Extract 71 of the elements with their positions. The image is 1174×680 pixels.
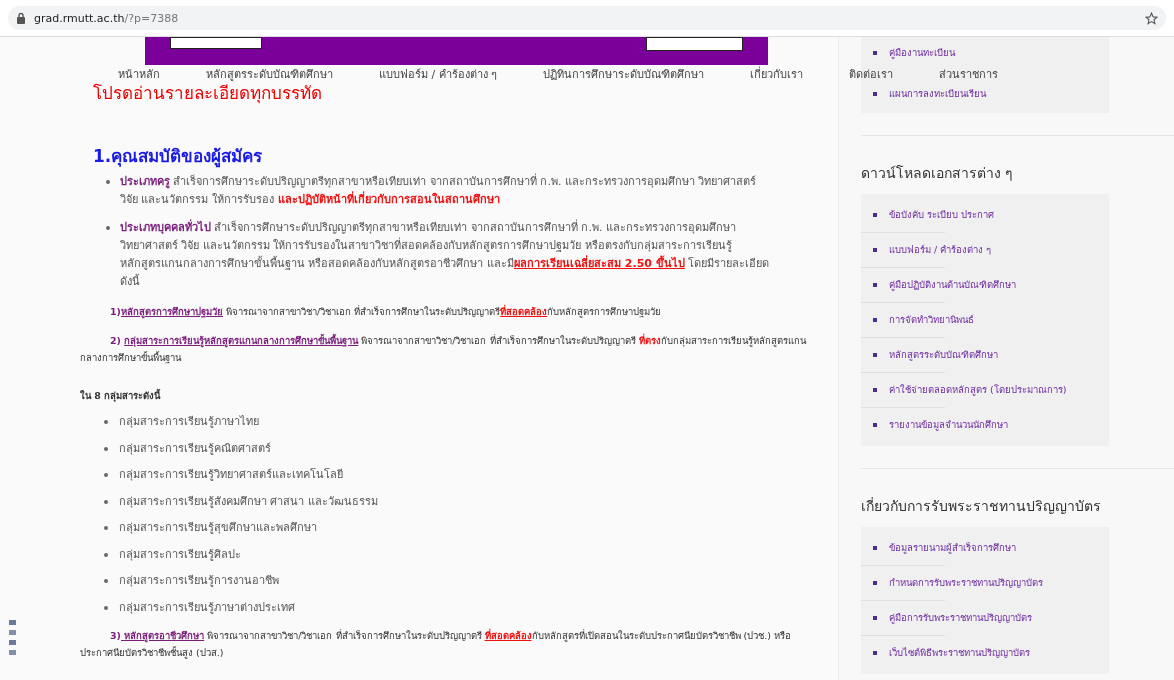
sidebar-link[interactable]: การจัดทำวิทยานิพนธ์ bbox=[889, 312, 974, 327]
list-item: กลุ่มสาระการเรียนรู้สุขศึกษาและพลศึกษา bbox=[119, 521, 317, 535]
bullet-icon bbox=[104, 446, 108, 451]
link[interactable]: ที่สอดคล้อง bbox=[484, 630, 532, 641]
bullet-icon bbox=[104, 552, 108, 557]
bullet-icon bbox=[873, 91, 877, 96]
link[interactable]: ผลการเรียนเฉลี่ยสะสม 2.50 ขึ้นไป bbox=[514, 257, 685, 270]
sidebar-link[interactable]: กำหนดการรับพระราชทานปริญญาบัตร bbox=[889, 575, 1043, 590]
link[interactable]: กลุ่มสาระการเรียนรู้หลักสูตรแกนกลางการศึกษาขั้นพื้นฐาน bbox=[124, 335, 359, 346]
link[interactable]: หลักสูตรการศึกษาปฐมวัย bbox=[120, 306, 223, 317]
bullet-icon bbox=[104, 499, 108, 504]
bullet-icon bbox=[106, 180, 110, 184]
list-item: กลุ่มสาระการเรียนรู้ภาษาต่างประเทศ bbox=[119, 600, 295, 615]
nav-link[interactable]: ปฏิทินการศึกษาระดับบัณฑิตศึกษา bbox=[543, 65, 705, 83]
bullet-icon bbox=[104, 420, 108, 424]
nav-link[interactable]: หน้าหลัก bbox=[118, 65, 160, 83]
sidebar-link[interactable]: แบบฟอร์ม / คำร้องต่าง ๆ bbox=[889, 242, 992, 257]
widget-title: ดาวน์โหลดเอกสารต่าง ๆ bbox=[861, 164, 1015, 183]
bullet-icon bbox=[873, 580, 877, 585]
list-item: กลุ่มสาระการเรียนรู้คณิตศาสตร์ bbox=[119, 441, 271, 456]
bullet-icon bbox=[104, 473, 108, 477]
notice-text: โปรดอ่านรายละเอียดทุกบรรทัด bbox=[93, 82, 323, 106]
bullet-icon bbox=[873, 317, 877, 322]
clause-paragraph: 3) หลักสูตรอาชีวศึกษา พิจารณาจากสาขาวิชา/วิชาเอก ที่สำเร็จการศึกษาในระดับปริญญาตรี ที่สอดคล้องกับหลักสูตรที่เปิดสอนในระดับประกาศนียบัตรวิชาชีพ (ปวช.) หรือประกาศนียบัตรวิชาชีพชั้นสูง (ปวส.) bbox=[80, 627, 792, 661]
clause-paragraph: 2) กลุ่มสาระการเรียนรู้หลักสูตรแกนกลางการศึกษาขั้นพื้นฐาน พิจารณาจากสาขาวิชา/วิชาเอก ที่สำเร็จการศึกษาในระดับปริญญาตรี ที่ตรงกับกลุ่มสาระการเรียนรู้หลักสูตรแกนกลางการศึกษาขั้นพื้นฐาน bbox=[80, 332, 808, 366]
bullet-icon bbox=[104, 526, 108, 530]
bullet-paragraph: ประเภทบุคคลทั่วไป สำเร็จการศึกษาระดับปริญญาตรีทุกสาขาหรือเทียบเท่า จากสถาบันการศึกษาที่ ก.พ. และกระทรวงการอุดมศึกษา วิทยาศาสตร์ วิจัย และนวัตกรรม ให้การรับรองในสาขาวิชาที่สอดคล้องกับหลักสูตรการศึกษาปฐมวัย หรือตรงกับกลุ่มสาระการเรียนรู้หลักสูตรแกนกลางการศึกษาขั้นพื้นฐาน หรือสอดคล้องกับหลักสูตรอาชีวศึกษา และมีผลการเรียนเฉลี่ยสะสม 2.50 ขึ้นไป โดยมีรายละเอียดดังนี้ bbox=[120, 219, 771, 290]
address-bar[interactable]: grad.rmutt.ac.th/?p=7388 bbox=[8, 6, 1166, 30]
bullet-icon bbox=[873, 422, 877, 427]
bullet-icon bbox=[873, 282, 877, 287]
nav-link[interactable]: เกี่ยวกับเรา bbox=[750, 65, 804, 83]
bullet-icon bbox=[873, 50, 877, 55]
bullet-icon bbox=[873, 615, 877, 620]
sidebar-link[interactable]: ค่าใช้จ่ายตลอดหลักสูตร (โดยประมาณการ) bbox=[889, 382, 1067, 397]
nav-link[interactable]: หลักสูตรระดับบัณฑิตศึกษา bbox=[206, 65, 333, 83]
bullet-icon bbox=[873, 650, 877, 655]
url-text: grad.rmutt.ac.th/?p=7388 bbox=[34, 11, 179, 25]
widget-title: เกี่ยวกับการรับพระราชทานปริญญาบัตร bbox=[861, 496, 1102, 516]
sidebar-link[interactable]: รายงานข้อมูลจำนวนนักศึกษา bbox=[889, 417, 1008, 432]
nav-link[interactable]: แบบฟอร์ม / คำร้องต่าง ๆ bbox=[379, 65, 498, 83]
sidebar-link[interactable]: คู่มือปฏิบัติงานด้านบัณฑิตศึกษา bbox=[889, 277, 1016, 292]
list-item: กลุ่มสาระการเรียนรู้การงานอาชีพ bbox=[119, 574, 279, 588]
bullet-icon bbox=[873, 545, 877, 550]
bullet-paragraph: ประเภทครู สำเร็จการศึกษาระดับปริญญาตรีทุกสาขาหรือเทียบเท่า จากสถาบันการศึกษาที่ ก.พ. และกระทรวงการอุดมศึกษา วิทยาศาสตร์ วิจัย และนวัตกรรม ให้การรับรอง และปฏิบัติหน้าที่เกี่ยวกับการสอนในสถานศึกษา bbox=[120, 173, 758, 208]
list-item: กลุ่มสาระการเรียนรู้ศิลปะ bbox=[119, 547, 241, 562]
list-label: ใน 8 กลุ่มสาระดังนี้ bbox=[80, 388, 162, 403]
bullet-icon bbox=[873, 247, 877, 252]
list-item: กลุ่มสาระการเรียนรู้ภาษาไทย bbox=[119, 415, 259, 429]
bullet-icon bbox=[873, 352, 877, 357]
link[interactable]: ที่สอดคล้อง bbox=[500, 306, 548, 317]
sidebar-link[interactable]: หลักสูตรระดับบัณฑิตศึกษา bbox=[889, 347, 998, 362]
nav-link[interactable]: ส่วนราชการ bbox=[939, 65, 999, 83]
list-item: กลุ่มสาระการเรียนรู้วิทยาศาสตร์และเทคโนโลยี bbox=[119, 468, 343, 482]
star-icon[interactable] bbox=[1145, 11, 1158, 25]
list-item: กลุ่มสาระการเรียนรู้สังคมศึกษา ศาสนา และวัฒนธรรม bbox=[119, 494, 378, 509]
nav-link[interactable]: ติดต่อเรา bbox=[849, 65, 894, 83]
bullet-icon bbox=[104, 579, 108, 583]
sidebar-link[interactable]: ข้อมูลรายนามผู้สำเร็จการศึกษา bbox=[889, 540, 1016, 555]
section-heading: 1.คุณสมบัติของผู้สมัคร bbox=[93, 145, 264, 169]
clause-paragraph: 1)หลักสูตรการศึกษาปฐมวัย พิจารณาจากสาขาวิชา/วิชาเอก ที่สำเร็จการศึกษาในระดับปริญญาตรีที่สอดคล้องกับหลักสูตรการศึกษาปฐมวัย bbox=[109, 303, 663, 320]
bullet-icon bbox=[873, 387, 877, 392]
sidebar-link[interactable]: คู่มือการรับพระราชทานปริญญาบัตร bbox=[889, 610, 1032, 625]
sidebar-link[interactable]: คู่มืองานทะเบียน bbox=[889, 45, 955, 60]
bullet-icon bbox=[104, 605, 108, 610]
lock-icon bbox=[16, 12, 26, 24]
bullet-icon bbox=[106, 226, 110, 230]
sidebar-link[interactable]: ข้อบังคับ ระเบียบ ประกาศ bbox=[889, 207, 995, 222]
sidebar-link[interactable]: เว็บไซต์พิธีพระราชทานปริญญาบัตร bbox=[889, 645, 1030, 660]
sidebar-link[interactable]: แผนการลงทะเบียนเรียน bbox=[889, 86, 986, 101]
link[interactable]: หลักสูตรอาชีวศึกษา bbox=[120, 630, 205, 641]
bullet-icon bbox=[873, 212, 877, 217]
